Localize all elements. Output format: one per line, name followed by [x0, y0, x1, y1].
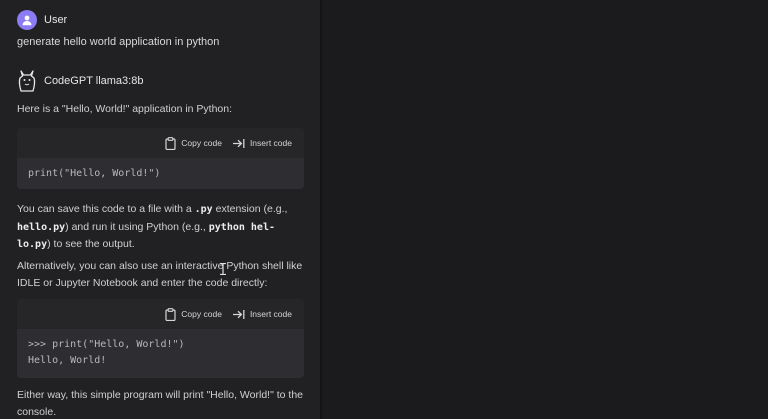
copy-code-label: Copy code: [181, 309, 222, 319]
copy-code-button[interactable]: Copy code: [165, 136, 222, 150]
chat-panel: User generate hello world application in…: [0, 0, 320, 419]
llama-icon: [18, 70, 36, 92]
copy-code-button[interactable]: Copy code: [165, 307, 222, 321]
clipboard-icon: [165, 307, 176, 321]
inline-code: .py: [194, 204, 213, 215]
insert-arrow-icon: [232, 138, 245, 148]
alternative-instructions: Alternatively, you can also use an inter…: [17, 260, 303, 289]
user-name: User: [44, 14, 68, 26]
text-run: ) to see the output.: [47, 238, 135, 250]
code-block-2: Copy code Insert code >>> print("Hello, …: [17, 299, 304, 378]
insert-code-label: Insert code: [249, 309, 292, 319]
code-block-1: Copy code Insert code print("Hello, Worl…: [17, 128, 304, 189]
editor-area: [322, 0, 768, 419]
code-line: Hello, World!: [28, 354, 107, 366]
bot-header: CodeGPT llama3:8b: [16, 69, 143, 93]
person-icon: [17, 10, 37, 30]
text-run: You can save this code to a file with a: [17, 203, 195, 215]
bot-intro: Here is a "Hello, World!" application in…: [17, 103, 233, 115]
clipboard-icon: [165, 136, 176, 150]
closing-text: Either way, this simple program will pri…: [17, 389, 303, 418]
code-content: print("Hello, World!"): [17, 158, 304, 189]
code-line: print("Hello, World!"): [28, 168, 161, 179]
code-line: >>> print("Hello, World!"): [28, 339, 185, 350]
user-message: generate hello world application in pyth…: [17, 36, 220, 48]
copy-code-label: Copy code: [181, 138, 222, 148]
inline-code: hello.py: [17, 221, 66, 233]
insert-code-label: Insert code: [249, 138, 292, 148]
code-toolbar: Copy code Insert code: [17, 299, 304, 329]
insert-code-button[interactable]: Insert code: [232, 138, 292, 149]
insert-arrow-icon: [232, 309, 245, 319]
code-toolbar: Copy code Insert code: [17, 128, 304, 158]
user-header: User: [17, 10, 67, 30]
text-run: extension (e.g.,: [212, 203, 288, 215]
save-instructions: You can save this code to a file with a …: [17, 201, 307, 254]
text-run: ) and run it using Python (e.g.,: [65, 220, 209, 233]
bot-name: CodeGPT llama3:8b: [44, 75, 144, 87]
inline-code: python hel-: [208, 221, 275, 233]
insert-code-button[interactable]: Insert code: [232, 309, 292, 320]
code-content: >>> print("Hello, World!") Hello, World!: [17, 329, 304, 378]
inline-code: lo.py: [17, 239, 48, 250]
text-cursor-icon: [220, 263, 226, 275]
